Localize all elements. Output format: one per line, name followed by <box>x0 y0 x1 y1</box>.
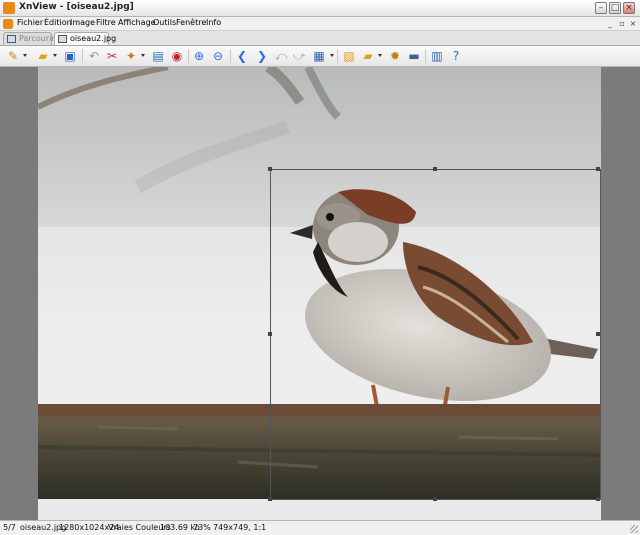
browser-tab-icon <box>7 35 16 43</box>
image-tab-icon <box>58 35 67 43</box>
menu-bar: Fichier Édition Image Filtre Affichage O… <box>0 17 640 31</box>
cut-icon[interactable]: ✂ <box>104 49 120 63</box>
rotate-right-icon[interactable]: ⤻ <box>291 49 307 63</box>
menu-outils[interactable]: Outils <box>153 18 176 27</box>
color-icon[interactable]: ✦ <box>123 49 139 63</box>
convert-icon[interactable]: ▧ <box>341 49 357 63</box>
tab-bar: Parcourir oiseau2.jpg <box>0 31 640 46</box>
tab-oiseau2[interactable]: oiseau2.jpg <box>54 32 116 45</box>
document-menu-icon[interactable] <box>3 19 13 29</box>
redeye-icon[interactable]: ◉ <box>169 49 185 63</box>
title-bar: XnView - [oiseau2.jpg] – □ × <box>0 0 640 17</box>
browse-icon[interactable]: ✎ <box>5 49 21 63</box>
open-folder-icon[interactable]: ▰ <box>35 49 51 63</box>
status-bar: 5/7 oiseau2.jpg 1280x1024x24 Vraies Coul… <box>0 520 640 535</box>
slideshow-dropdown-icon[interactable] <box>330 54 334 57</box>
maximize-button[interactable]: □ <box>609 2 621 14</box>
menu-affichage[interactable]: Affichage <box>118 18 156 27</box>
next-icon[interactable]: ❯ <box>254 49 270 63</box>
mdi-close-icon[interactable]: × <box>628 19 638 29</box>
rotate-left-icon[interactable]: ⤺ <box>273 49 289 63</box>
menu-fenetre[interactable]: Fenêtre <box>176 18 206 27</box>
undo-icon[interactable]: ↶ <box>86 49 102 63</box>
minimize-button[interactable]: – <box>595 2 607 14</box>
menu-image[interactable]: Image <box>70 18 95 27</box>
slideshow-icon[interactable]: ▦ <box>311 49 327 63</box>
mdi-restore-icon[interactable]: ▫ <box>617 19 627 29</box>
photo-sparrow[interactable] <box>38 67 601 520</box>
open-dropdown-icon[interactable] <box>53 54 57 57</box>
status-selection: 749x749, 1:1 <box>213 523 267 532</box>
info-icon[interactable]: ▥ <box>429 49 445 63</box>
window-title: XnView - [oiseau2.jpg] <box>19 2 134 12</box>
color-dropdown-icon[interactable] <box>141 54 145 57</box>
folder-dropdown-icon[interactable] <box>378 54 382 57</box>
help-icon[interactable]: ? <box>448 49 464 63</box>
toolbar-separator <box>230 49 231 63</box>
settings-icon[interactable]: ✹ <box>387 49 403 63</box>
menu-edition[interactable]: Édition <box>44 18 72 27</box>
toolbar-separator <box>337 49 338 63</box>
save-icon[interactable]: ▣ <box>62 49 78 63</box>
toolbar: ✎ ▰ ▣ ↶ ✂ ✦ ▤ ◉ ⊕ ⊖ ❮ ❯ ⤺ ⤻ ▦ ▧ ▰ ✹ ▬ ▥ … <box>0 46 640 67</box>
status-zoom: 73% <box>193 523 211 532</box>
menu-filtre[interactable]: Filtre <box>96 18 116 27</box>
resize-grip-icon[interactable] <box>630 525 638 533</box>
zoom-out-icon[interactable]: ⊖ <box>210 49 226 63</box>
tab-label: oiseau2.jpg <box>70 34 117 43</box>
zoom-in-icon[interactable]: ⊕ <box>191 49 207 63</box>
close-button[interactable]: × <box>623 2 635 14</box>
toolbar-separator <box>82 49 83 63</box>
mdi-minimize-icon[interactable]: _ <box>605 19 615 29</box>
image-viewer[interactable] <box>0 67 640 520</box>
tab-parcourir[interactable]: Parcourir <box>3 32 55 45</box>
crop-icon[interactable]: ▤ <box>150 49 166 63</box>
folder-icon[interactable]: ▰ <box>360 49 376 63</box>
previous-icon[interactable]: ❮ <box>234 49 250 63</box>
app-icon <box>3 2 15 14</box>
status-index: 5/7 <box>3 523 16 532</box>
menu-info[interactable]: Info <box>206 18 221 27</box>
sparrow-photo-image <box>38 67 601 520</box>
scanner-icon[interactable]: ▬ <box>406 49 422 63</box>
toolbar-separator <box>188 49 189 63</box>
browse-dropdown-icon[interactable] <box>23 54 27 57</box>
tab-label: Parcourir <box>19 34 55 43</box>
menu-fichier[interactable]: Fichier <box>17 18 43 27</box>
toolbar-separator <box>425 49 426 63</box>
